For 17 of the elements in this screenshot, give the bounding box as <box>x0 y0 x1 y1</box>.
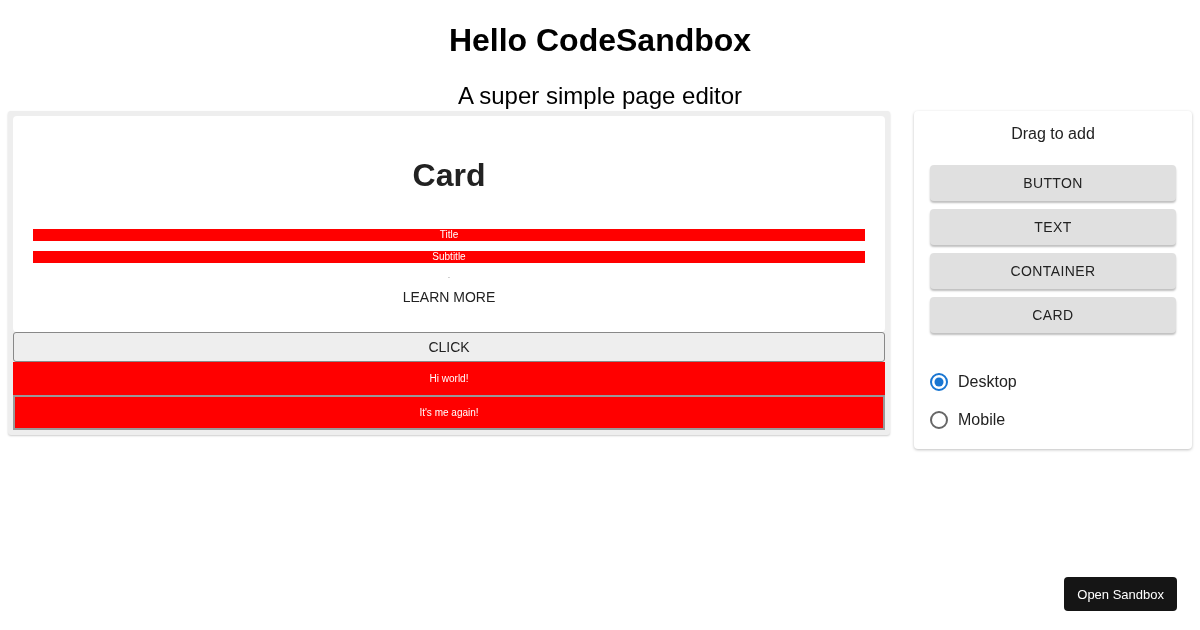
click-button[interactable]: CLICK <box>13 332 885 362</box>
card-title: Title <box>33 229 865 241</box>
card-subtitle: Subtitle <box>33 251 865 263</box>
add-component-button[interactable]: CARD <box>930 297 1176 333</box>
text-block: Hi world! <box>13 362 885 395</box>
open-sandbox-button[interactable]: Open Sandbox <box>1064 577 1177 611</box>
page-subtitle: A super simple page editor <box>457 82 743 110</box>
add-component-button[interactable]: CONTAINER <box>930 253 1176 289</box>
card-heading: Card <box>412 156 486 194</box>
learn-more-button[interactable]: LEARN MORE <box>398 287 500 307</box>
text-block: It's me again! <box>13 395 885 430</box>
toolbox-heading: Drag to add <box>1011 125 1095 143</box>
radio-label: Desktop <box>958 372 1017 392</box>
radio-label: Mobile <box>958 410 1006 430</box>
add-component-button[interactable]: TEXT <box>930 209 1176 245</box>
add-component-button[interactable]: BUTTON <box>930 165 1176 201</box>
page-title: Hello CodeSandbox <box>447 21 753 60</box>
